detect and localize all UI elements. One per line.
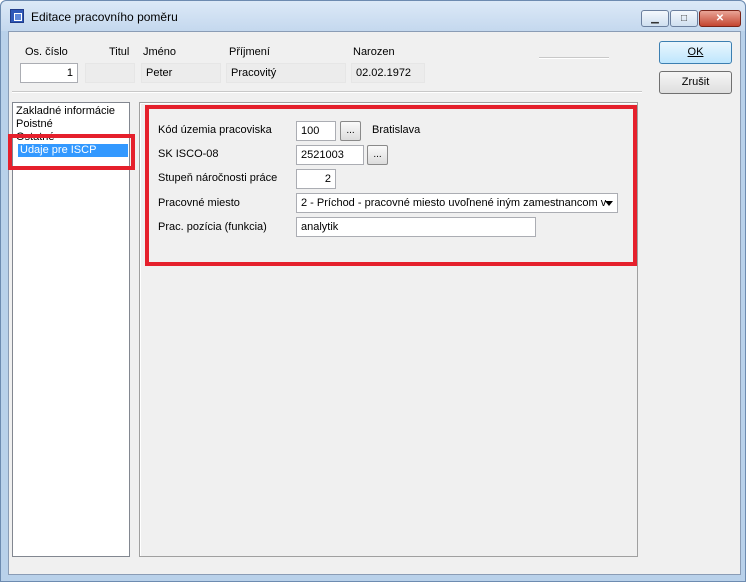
titul-label: Titul <box>109 46 130 58</box>
header-divider <box>539 57 609 59</box>
minimize-button[interactable]: ▁ <box>641 10 669 27</box>
kod-uzemia-label: Kód územia pracoviska <box>158 124 272 136</box>
pracovne-miesto-label: Pracovné miesto <box>158 197 240 209</box>
kod-uzemia-field[interactable]: 100 <box>296 121 336 141</box>
jmeno-field: Peter <box>141 63 221 83</box>
stupen-field[interactable]: 2 <box>296 169 336 189</box>
header-separator <box>12 91 642 93</box>
cancel-button-label: Zrušit <box>681 76 710 88</box>
list-item[interactable]: Zakladné informácie <box>16 105 115 118</box>
sk-isco-lookup-button[interactable]: ... <box>367 145 388 165</box>
maximize-button[interactable]: □ <box>670 10 698 27</box>
os-cislo-label: Os. číslo <box>25 46 68 58</box>
app-icon <box>10 9 24 23</box>
prijmeni-label: Příjmení <box>229 46 270 58</box>
titul-field <box>85 63 135 83</box>
sk-isco-field[interactable]: 2521003 <box>296 145 364 165</box>
section-list[interactable]: Zakladné informácie Poistné Ostatné Údaj… <box>12 102 130 557</box>
list-item[interactable]: Poistné <box>16 118 53 131</box>
jmeno-label: Jméno <box>143 46 177 58</box>
prac-pozicia-label: Prac. pozícia (funkcia) <box>158 221 267 233</box>
stupen-label: Stupeň náročnosti práce <box>158 172 278 184</box>
dialog-body: Os. číslo Titul Jméno Příjmení Narozen 1… <box>8 31 741 575</box>
narozen-field: 02.02.1972 <box>351 63 425 83</box>
kod-uzemia-lookup-text: Bratislava <box>372 124 421 136</box>
os-cislo-field[interactable]: 1 <box>20 63 78 83</box>
highlight-box-sidebar <box>8 134 135 170</box>
prijmeni-field: Pracovitý <box>226 63 346 83</box>
kod-uzemia-lookup-button[interactable]: ... <box>340 121 361 141</box>
dialog-window: Editace pracovního poměru ▁ □ ✕ Os. čísl… <box>0 0 746 582</box>
narozen-label: Narozen <box>353 46 395 58</box>
title-bar[interactable]: Editace pracovního poměru ▁ □ ✕ <box>1 1 745 31</box>
ok-button-label: OK <box>687 46 704 58</box>
close-button[interactable]: ✕ <box>699 10 741 27</box>
prac-pozicia-field[interactable]: analytik <box>296 217 536 237</box>
pracovne-miesto-dropdown[interactable]: 2 - Príchod - pracovné miesto uvoľnené i… <box>296 193 618 213</box>
ok-button[interactable]: OK <box>659 41 732 64</box>
sk-isco-label: SK ISCO-08 <box>158 148 219 160</box>
chevron-down-icon[interactable] <box>605 201 613 206</box>
window-title: Editace pracovního poměru <box>31 10 178 24</box>
cancel-button[interactable]: Zrušit <box>659 71 732 94</box>
pracovne-miesto-value: 2 - Príchod - pracovné miesto uvoľnené i… <box>301 197 607 209</box>
